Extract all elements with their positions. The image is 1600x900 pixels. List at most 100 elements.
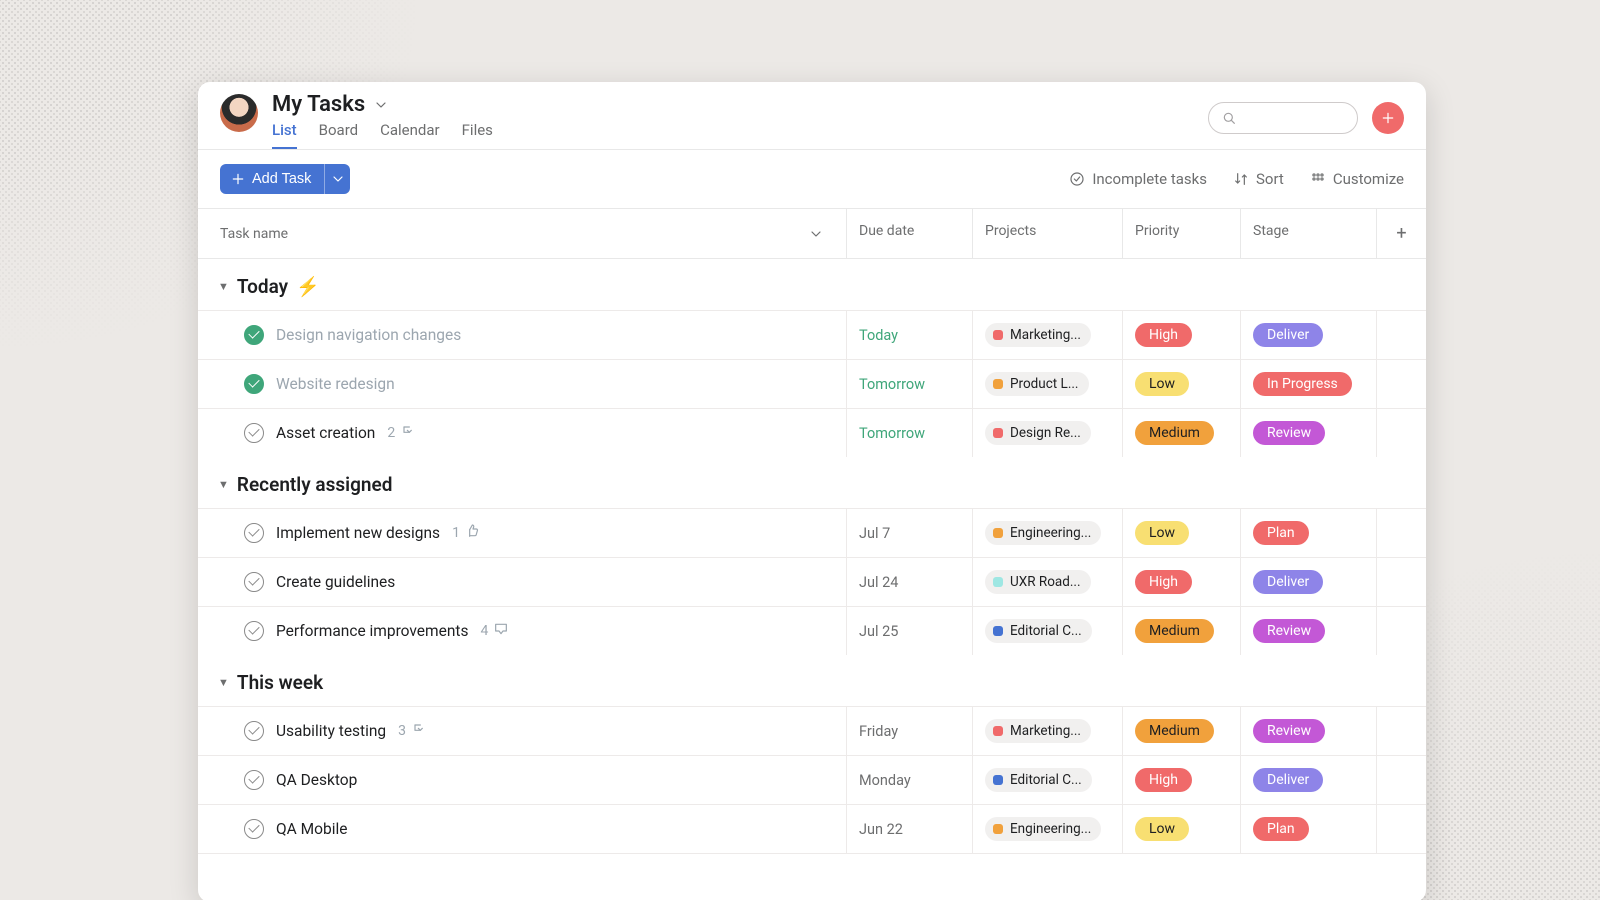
col-projects[interactable]: Projects [972, 209, 1122, 258]
task-row[interactable]: QA MobileJun 22Engineering...LowPlan [198, 804, 1426, 854]
tab-board[interactable]: Board [319, 121, 358, 149]
avatar[interactable] [220, 94, 258, 132]
complete-toggle[interactable] [244, 523, 264, 543]
project-name: Marketing... [1010, 327, 1081, 343]
complete-toggle[interactable] [244, 621, 264, 641]
due-date[interactable]: Jul 24 [859, 574, 898, 591]
section-header[interactable]: ▼Today⚡ [198, 259, 1426, 310]
priority-pill[interactable]: Low [1135, 817, 1189, 841]
global-add-button[interactable] [1372, 102, 1404, 134]
complete-toggle[interactable] [244, 572, 264, 592]
project-pill[interactable]: Engineering... [985, 817, 1101, 841]
project-pill[interactable]: Editorial C... [985, 619, 1092, 643]
comment-icon [493, 621, 509, 641]
priority-pill[interactable]: Medium [1135, 619, 1214, 643]
due-date[interactable]: Jul 25 [859, 623, 898, 640]
stage-pill[interactable]: Review [1253, 719, 1325, 743]
sort-button[interactable]: Sort [1233, 170, 1284, 188]
project-name: Product L... [1010, 376, 1079, 392]
task-meta: 3 [398, 721, 427, 741]
task-row[interactable]: Design navigation changesTodayMarketing.… [198, 310, 1426, 359]
due-date[interactable]: Friday [859, 723, 898, 740]
project-pill[interactable]: Editorial C... [985, 768, 1092, 792]
sort-icon [1233, 171, 1249, 187]
complete-toggle[interactable] [244, 325, 264, 345]
priority-pill[interactable]: High [1135, 323, 1192, 347]
add-task-button[interactable]: Add Task [220, 164, 324, 194]
project-name: Engineering... [1010, 821, 1091, 837]
due-date[interactable]: Tomorrow [859, 376, 925, 393]
search-input[interactable] [1208, 102, 1358, 134]
project-pill[interactable]: Design Re... [985, 421, 1091, 445]
stage-pill[interactable]: In Progress [1253, 372, 1352, 396]
sort-label: Sort [1256, 170, 1284, 188]
priority-pill[interactable]: Low [1135, 521, 1189, 545]
project-pill[interactable]: Product L... [985, 372, 1089, 396]
stage-pill[interactable]: Deliver [1253, 323, 1323, 347]
task-row[interactable]: Usability testing3FridayMarketing...Medi… [198, 706, 1426, 755]
priority-pill[interactable]: High [1135, 570, 1192, 594]
priority-pill[interactable]: Medium [1135, 719, 1214, 743]
priority-pill[interactable]: Medium [1135, 421, 1214, 445]
project-name: Editorial C... [1010, 772, 1082, 788]
project-color-icon [993, 824, 1003, 834]
complete-toggle[interactable] [244, 374, 264, 394]
view-tabs: List Board Calendar Files [272, 121, 1194, 149]
priority-pill[interactable]: High [1135, 768, 1192, 792]
col-task-name[interactable]: Task name [198, 209, 846, 258]
project-pill[interactable]: UXR Road... [985, 570, 1091, 594]
project-color-icon [993, 775, 1003, 785]
filter-incomplete[interactable]: Incomplete tasks [1069, 170, 1207, 188]
tab-calendar[interactable]: Calendar [380, 121, 440, 149]
complete-toggle[interactable] [244, 721, 264, 741]
subtask-icon [411, 721, 427, 741]
section-header[interactable]: ▼This week [198, 655, 1426, 706]
task-row[interactable]: Create guidelinesJul 24UXR Road...HighDe… [198, 557, 1426, 606]
due-date[interactable]: Jul 7 [859, 525, 890, 542]
stage-pill[interactable]: Plan [1253, 817, 1309, 841]
due-date[interactable]: Today [859, 327, 898, 344]
project-color-icon [993, 626, 1003, 636]
section-header[interactable]: ▼Recently assigned [198, 457, 1426, 508]
app-window: My Tasks List Board Calendar Files [198, 82, 1426, 900]
add-column-button[interactable]: + [1376, 209, 1426, 258]
stage-pill[interactable]: Deliver [1253, 570, 1323, 594]
page-title[interactable]: My Tasks [272, 92, 365, 117]
task-row[interactable]: Asset creation2TomorrowDesign Re...Mediu… [198, 408, 1426, 457]
col-due-date[interactable]: Due date [846, 209, 972, 258]
stage-pill[interactable]: Plan [1253, 521, 1309, 545]
complete-toggle[interactable] [244, 423, 264, 443]
chevron-down-icon[interactable] [373, 97, 389, 113]
project-pill[interactable]: Marketing... [985, 719, 1091, 743]
customize-button[interactable]: Customize [1310, 170, 1404, 188]
complete-toggle[interactable] [244, 770, 264, 790]
project-color-icon [993, 428, 1003, 438]
collapse-icon: ▼ [218, 478, 229, 491]
stage-pill[interactable]: Deliver [1253, 768, 1323, 792]
project-color-icon [993, 577, 1003, 587]
complete-toggle[interactable] [244, 819, 264, 839]
task-row[interactable]: Website redesign Tomorrow Product L... Low I… [198, 359, 1426, 408]
task-row[interactable]: Implement new designs1Jul 7Engineering..… [198, 508, 1426, 557]
col-priority[interactable]: Priority [1122, 209, 1240, 258]
project-pill[interactable]: Engineering... [985, 521, 1101, 545]
due-date[interactable]: Tomorrow [859, 425, 925, 442]
stage-pill[interactable]: Review [1253, 619, 1325, 643]
project-pill[interactable]: Marketing... [985, 323, 1091, 347]
due-date[interactable]: Jun 22 [859, 821, 903, 838]
project-name: Design Re... [1010, 425, 1081, 441]
toolbar: Add Task Incomplete tasks Sort Customize [198, 150, 1426, 209]
task-name: Website redesign [276, 375, 395, 393]
add-task-dropdown[interactable] [324, 164, 350, 194]
chevron-down-icon[interactable] [808, 226, 824, 242]
col-stage[interactable]: Stage [1240, 209, 1376, 258]
tab-files[interactable]: Files [462, 121, 493, 149]
due-date[interactable]: Monday [859, 772, 911, 789]
priority-pill[interactable]: Low [1135, 372, 1189, 396]
project-color-icon [993, 528, 1003, 538]
task-row[interactable]: Performance improvements4Jul 25Editorial… [198, 606, 1426, 655]
stage-pill[interactable]: Review [1253, 421, 1325, 445]
add-task-label: Add Task [252, 171, 311, 187]
task-row[interactable]: QA DesktopMondayEditorial C...HighDelive… [198, 755, 1426, 804]
tab-list[interactable]: List [272, 121, 297, 149]
